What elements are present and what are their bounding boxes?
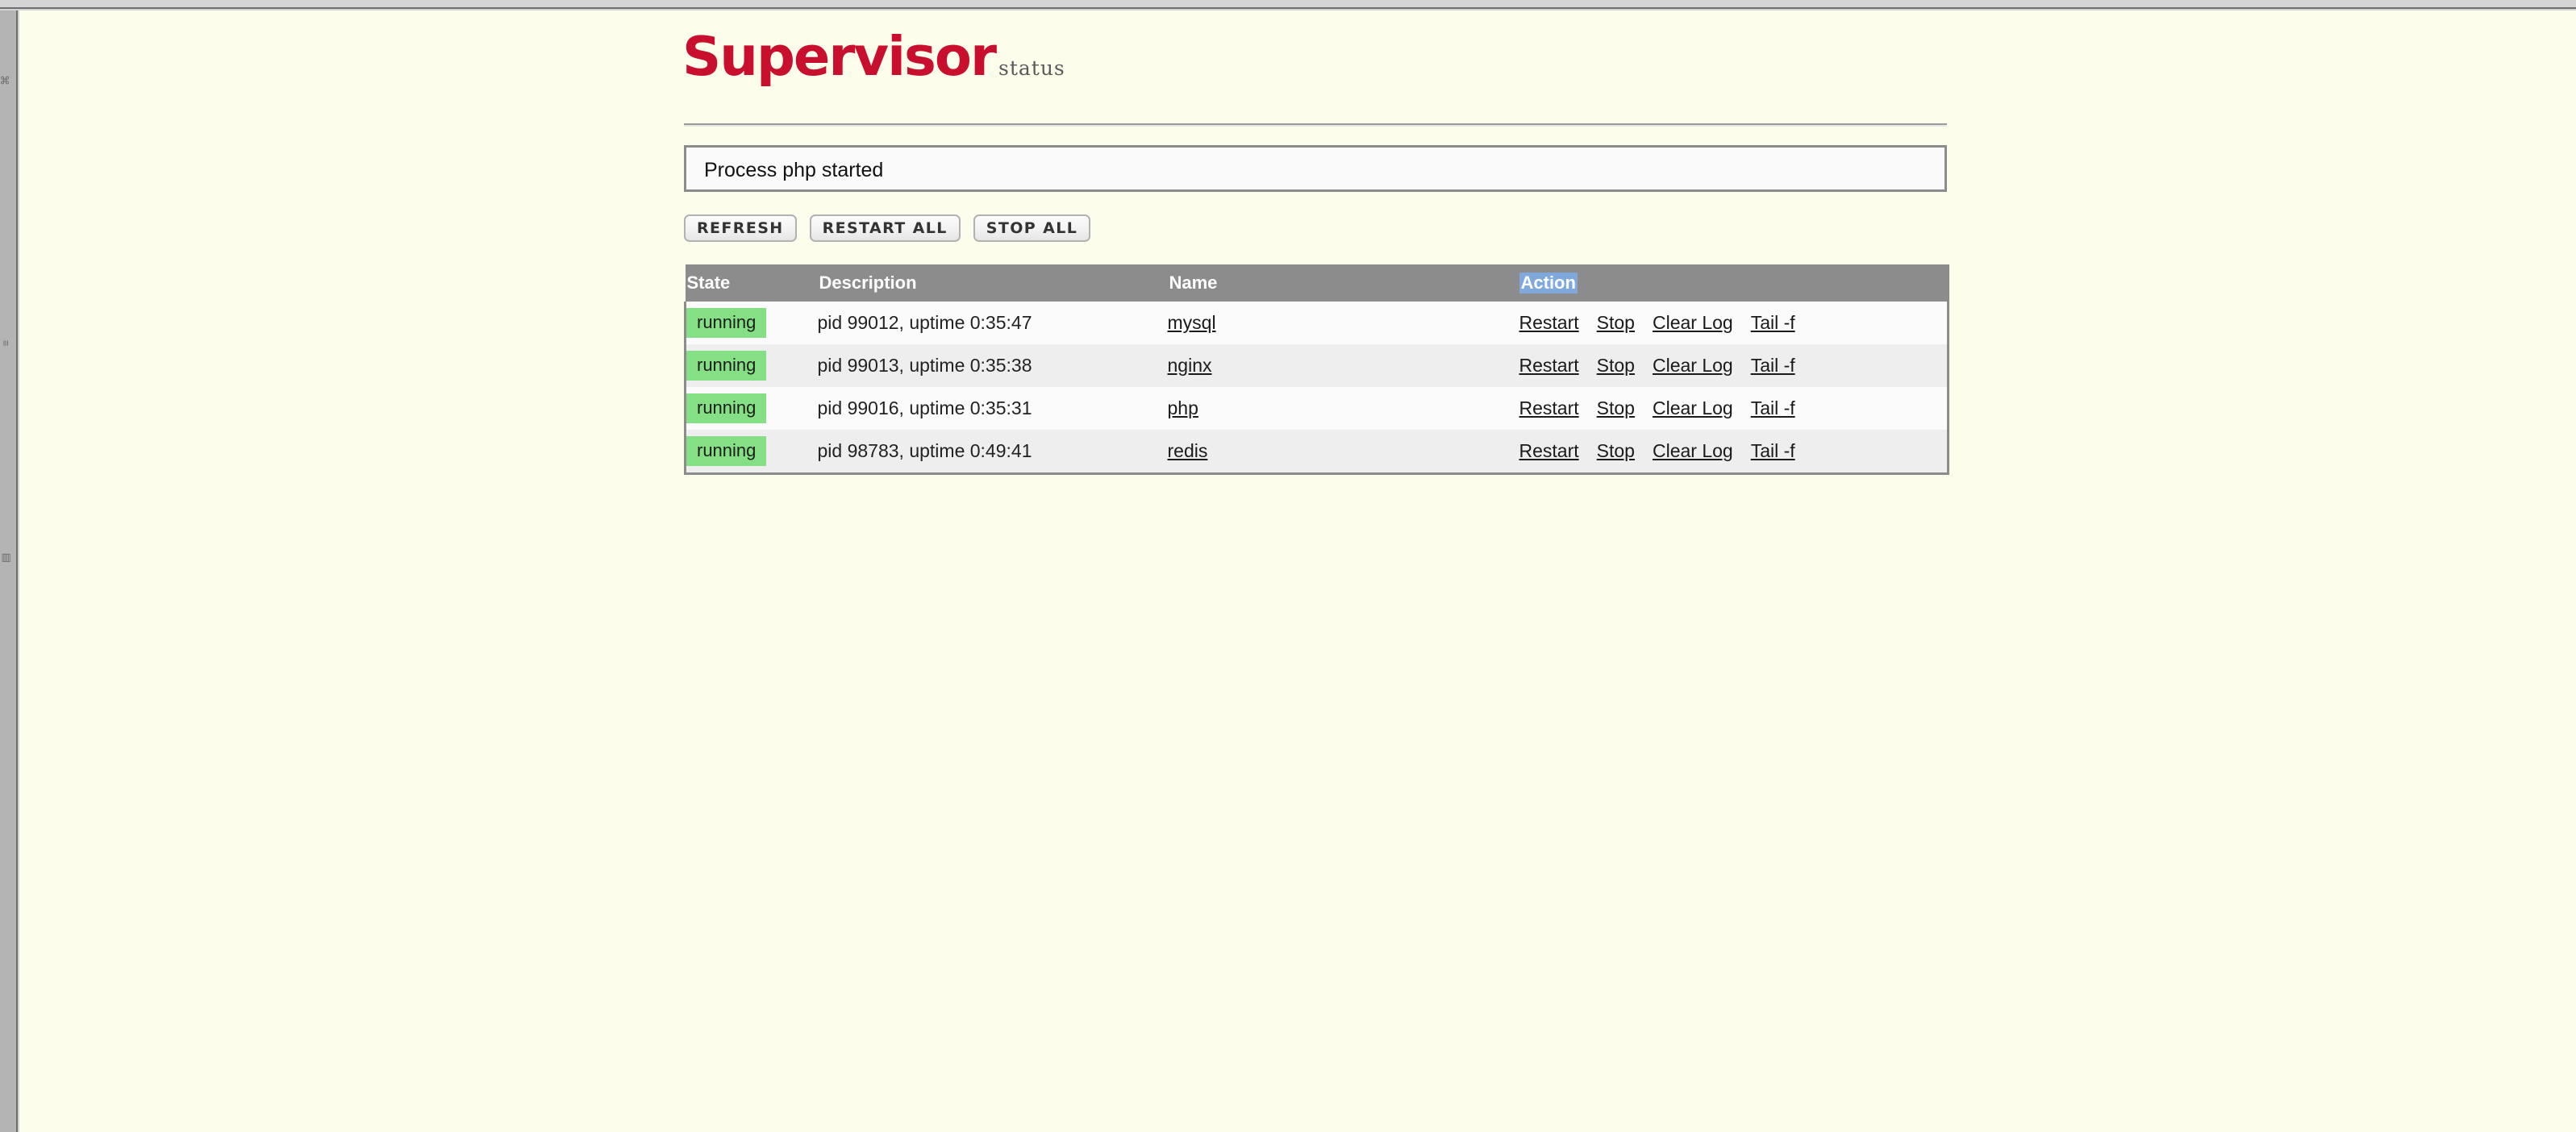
column-header-name[interactable]: Name (1167, 264, 1519, 302)
process-action-cell: Restart Stop Clear Log Tail -f (1519, 430, 1949, 474)
process-name-link[interactable]: php (1168, 397, 1198, 418)
process-description-cell: pid 98783, uptime 0:49:41 (817, 430, 1168, 474)
logo-subtitle: status (998, 56, 1065, 80)
process-action-cell: Restart Stop Clear Log Tail -f (1519, 387, 1949, 430)
process-table-header: State Description Name Action (685, 264, 1949, 302)
clear-log-link[interactable]: Clear Log (1653, 355, 1733, 376)
status-badge: running (686, 436, 767, 466)
table-row: running pid 99016, uptime 0:35:31 php Re… (684, 387, 1949, 430)
toolbar: REFRESH RESTART ALL STOP ALL (684, 214, 1103, 242)
logo-wordmark: Supervisor (682, 25, 997, 88)
process-state-cell: running (684, 387, 818, 430)
stop-link[interactable]: Stop (1597, 440, 1635, 461)
supervisor-logo: Supervisor status (682, 30, 1065, 91)
column-header-state-label: State (686, 273, 731, 293)
column-header-action-label: Action (1519, 273, 1578, 293)
restart-link[interactable]: Restart (1519, 312, 1579, 333)
column-header-description-label: Description (819, 273, 917, 293)
status-badge: running (686, 393, 767, 423)
restart-link[interactable]: Restart (1519, 397, 1579, 418)
refresh-button[interactable]: REFRESH (684, 214, 797, 242)
status-badge: running (686, 351, 767, 381)
process-state-cell: running (684, 302, 818, 344)
column-header-description[interactable]: Description (817, 264, 1168, 302)
process-name-link[interactable]: redis (1168, 440, 1208, 461)
restart-link[interactable]: Restart (1519, 355, 1579, 376)
tail-f-link[interactable]: Tail -f (1751, 355, 1795, 376)
tail-f-link[interactable]: Tail -f (1751, 440, 1795, 461)
column-header-action[interactable]: Action (1519, 264, 1949, 302)
process-name-link[interactable]: mysql (1168, 312, 1216, 333)
process-state-cell: running (684, 344, 818, 387)
process-action-cell: Restart Stop Clear Log Tail -f (1519, 302, 1949, 344)
process-name-cell: mysql (1167, 302, 1519, 344)
process-name-cell: php (1167, 387, 1519, 430)
chrome-ghost-glyph-1: ⌘ (0, 75, 11, 85)
process-name-cell: nginx (1167, 344, 1519, 387)
column-header-state[interactable]: State (685, 264, 818, 302)
clear-log-link[interactable]: Clear Log (1653, 397, 1733, 418)
browser-chrome-left-strip: ⌘ ≡ ▤ (0, 10, 18, 1132)
process-action-cell: Restart Stop Clear Log Tail -f (1519, 344, 1949, 387)
stop-all-button[interactable]: STOP ALL (973, 214, 1091, 242)
process-name-cell: redis (1167, 430, 1519, 474)
browser-chrome-top-strip (0, 0, 2576, 9)
stop-link[interactable]: Stop (1597, 397, 1635, 418)
clear-log-link[interactable]: Clear Log (1653, 312, 1733, 333)
table-header-row: State Description Name Action (685, 264, 1949, 302)
process-state-cell: running (684, 430, 818, 474)
status-badge: running (686, 308, 767, 338)
browser-window: ⌘ ≡ ▤ Supervisor status Process php start… (0, 0, 2576, 1132)
process-description-cell: pid 99013, uptime 0:35:38 (817, 344, 1168, 387)
process-description-cell: pid 99012, uptime 0:35:47 (817, 302, 1168, 344)
table-row: running pid 99013, uptime 0:35:38 nginx … (684, 344, 1949, 387)
chrome-ghost-glyph-2: ≡ (0, 339, 12, 347)
tail-f-link[interactable]: Tail -f (1751, 397, 1795, 418)
tail-f-link[interactable]: Tail -f (1751, 312, 1795, 333)
stop-link[interactable]: Stop (1597, 355, 1635, 376)
clear-log-link[interactable]: Clear Log (1653, 440, 1733, 461)
restart-all-button[interactable]: RESTART ALL (809, 214, 961, 242)
page-viewport: Supervisor status Process php started REF… (19, 10, 2576, 1132)
stop-link[interactable]: Stop (1597, 312, 1635, 333)
header-divider (684, 123, 1947, 127)
process-table: State Description Name Action running pi… (684, 264, 1949, 475)
status-message-text: Process php started (704, 159, 884, 181)
table-row: running pid 99012, uptime 0:35:47 mysql … (684, 302, 1949, 344)
column-header-name-label: Name (1169, 273, 1218, 293)
table-row: running pid 98783, uptime 0:49:41 redis … (684, 430, 1949, 474)
process-name-link[interactable]: nginx (1168, 355, 1212, 376)
chrome-ghost-glyph-3: ▤ (0, 552, 11, 563)
process-description-cell: pid 99016, uptime 0:35:31 (817, 387, 1168, 430)
process-table-body: running pid 99012, uptime 0:35:47 mysql … (684, 302, 1949, 474)
status-message-box: Process php started (684, 145, 1947, 192)
restart-link[interactable]: Restart (1519, 440, 1579, 461)
